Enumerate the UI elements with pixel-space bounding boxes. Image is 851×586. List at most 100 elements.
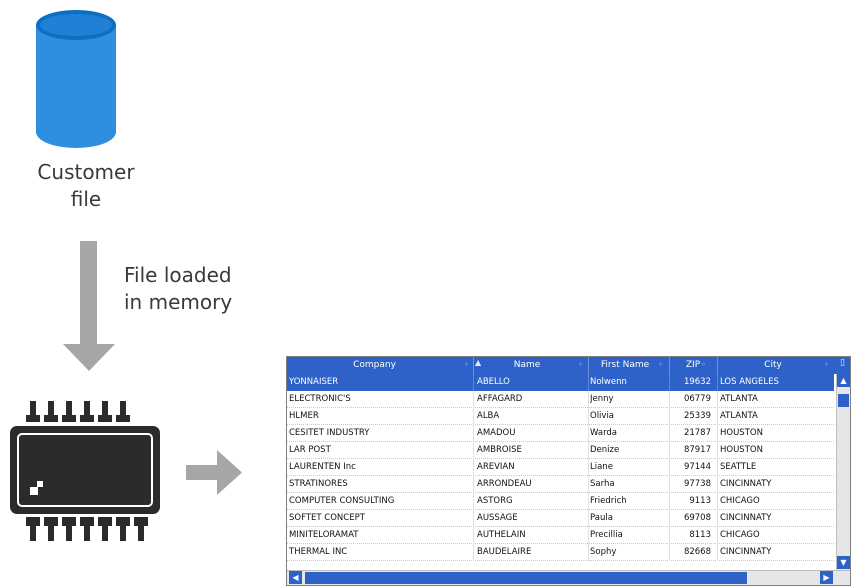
cell-name: AUSSAGE (477, 513, 518, 523)
vertical-scrollbar[interactable]: ▲ ▼ (836, 374, 850, 570)
cell-city: HOUSTON (720, 428, 763, 438)
cell-company: ELECTRONIC'S (289, 394, 351, 404)
cell-zip: 19632 (683, 377, 711, 387)
cell-divider (588, 391, 589, 408)
file-loaded-label-line1: File loaded (124, 263, 232, 287)
cell-city: ATLANTA (720, 411, 758, 421)
cell-divider (717, 493, 718, 510)
cell-first-name: Liane (590, 462, 613, 472)
column-chooser-icon[interactable]: ▯ (840, 359, 849, 368)
column-search-icon[interactable]: ◦ (464, 360, 473, 369)
cell-divider (473, 425, 474, 442)
horizontal-scrollbar[interactable]: ◀ ▶ (287, 570, 850, 585)
cell-company: THERMAL INC (289, 547, 348, 557)
cell-divider (473, 374, 474, 391)
cell-name: ARRONDEAU (477, 479, 532, 489)
cell-divider (473, 442, 474, 459)
cell-first-name: Precillia (590, 530, 623, 540)
cell-zip: 9113 (689, 496, 711, 506)
column-header-company[interactable]: Company (287, 357, 462, 374)
column-header-first-name[interactable]: First Name (590, 357, 660, 374)
cell-zip: 21787 (683, 428, 711, 438)
cell-name: ASTORG (477, 496, 513, 506)
scroll-left-button[interactable]: ◀ (289, 571, 302, 584)
column-header-city[interactable]: City (719, 357, 827, 374)
cell-first-name: Nolwenn (590, 377, 627, 387)
cell-divider (717, 544, 718, 561)
customer-file-label-line2: file (70, 187, 102, 211)
cell-divider (717, 510, 718, 527)
cell-divider (473, 459, 474, 476)
cell-divider (588, 459, 589, 476)
cell-name: AUTHELAIN (477, 530, 526, 540)
cell-city: ATLANTA (720, 394, 758, 404)
cell-divider (669, 459, 670, 476)
column-divider (588, 357, 589, 374)
cell-divider (669, 374, 670, 391)
cell-city: CHICAGO (720, 530, 760, 540)
scroll-down-button[interactable]: ▼ (837, 556, 850, 569)
cell-divider (588, 425, 589, 442)
table-row[interactable]: ELECTRONIC'S AFFAGARD Jenny 06779 ATLANTA (287, 391, 834, 408)
cell-divider (588, 408, 589, 425)
table-row[interactable]: MINITELORAMAT AUTHELAIN Precillia 8113 CHICA… (287, 527, 834, 544)
file-loaded-label-line2: in memory (124, 290, 233, 314)
cell-divider (588, 493, 589, 510)
cell-first-name: Jenny (590, 394, 614, 404)
cell-city: LOS ANGELES (720, 377, 779, 387)
column-search-icon[interactable]: ◦ (701, 360, 710, 369)
table-row[interactable]: LAURENTEN Inc AREVIAN Liane 97144 SEATTLE (287, 459, 834, 476)
cell-city: SEATTLE (720, 462, 757, 472)
cell-divider (588, 527, 589, 544)
cell-divider (588, 374, 589, 391)
cell-divider (669, 527, 670, 544)
table-row[interactable]: THERMAL INC BAUDELAIRE Sophy 82668 CINCINNAT… (287, 544, 834, 561)
memory-chip-icon (10, 401, 160, 541)
cell-zip: 97144 (683, 462, 711, 472)
column-search-icon[interactable]: ◦ (578, 360, 587, 369)
table-row[interactable]: LAR POST AMBROISE Denize 87917 HOUSTON (287, 442, 834, 459)
cell-divider (473, 493, 474, 510)
cell-city: CINCINNATY (720, 479, 772, 489)
cell-divider (473, 510, 474, 527)
database-cylinder-icon (36, 10, 116, 148)
horizontal-scroll-thumb[interactable] (305, 572, 747, 584)
table-row[interactable]: COMPUTER CONSULTING ASTORG Friedrich 9113 CH… (287, 493, 834, 510)
table-row[interactable]: YONNAISER ABELLO Nolwenn 19632 LOS ANGELES (287, 374, 834, 391)
table-row[interactable]: SOFTET CONCEPT AUSSAGE Paula 69708 CINCINNAT… (287, 510, 834, 527)
cell-divider (717, 374, 718, 391)
column-search-icon[interactable]: ◦ (824, 360, 833, 369)
customer-file-label-line1: Customer (37, 160, 135, 184)
table-row[interactable]: HLMER ALBA Olivia 25339 ATLANTA (287, 408, 834, 425)
scroll-right-button[interactable]: ▶ (820, 571, 833, 584)
cell-first-name: Sarha (590, 479, 615, 489)
customer-data-grid[interactable]: Company ◦ ▲ Name ◦ First Name ◦ ZIP ◦ Ci… (286, 356, 851, 586)
cell-divider (669, 544, 670, 561)
cell-divider (717, 442, 718, 459)
column-header-name[interactable]: Name (477, 357, 577, 374)
cell-first-name: Olivia (590, 411, 615, 421)
table-row[interactable]: CESITET INDUSTRY AMADOU Warda 21787 HOUSTON (287, 425, 834, 442)
down-arrow-icon (63, 241, 115, 371)
column-divider (669, 357, 670, 374)
vertical-scroll-thumb[interactable] (838, 394, 849, 407)
cell-divider (717, 459, 718, 476)
table-row[interactable]: STRATINORES ARRONDEAU Sarha 97738 CINCINNATY (287, 476, 834, 493)
cell-name: AMBROISE (477, 445, 522, 455)
cell-city: HOUSTON (720, 445, 763, 455)
cell-divider (473, 527, 474, 544)
cell-company: MINITELORAMAT (289, 530, 359, 540)
cell-divider (717, 425, 718, 442)
cell-name: AREVIAN (477, 462, 515, 472)
cell-name: ALBA (477, 411, 500, 421)
cell-company: YONNAISER (289, 377, 339, 387)
cell-divider (473, 476, 474, 493)
cell-company: COMPUTER CONSULTING (289, 496, 395, 506)
cell-name: AMADOU (477, 428, 516, 438)
scroll-up-button[interactable]: ▲ (837, 374, 850, 387)
cell-company: LAR POST (289, 445, 331, 455)
column-search-icon[interactable]: ◦ (658, 360, 667, 369)
cell-zip: 82668 (683, 547, 711, 557)
cell-company: SOFTET CONCEPT (289, 513, 365, 523)
cell-divider (588, 544, 589, 561)
